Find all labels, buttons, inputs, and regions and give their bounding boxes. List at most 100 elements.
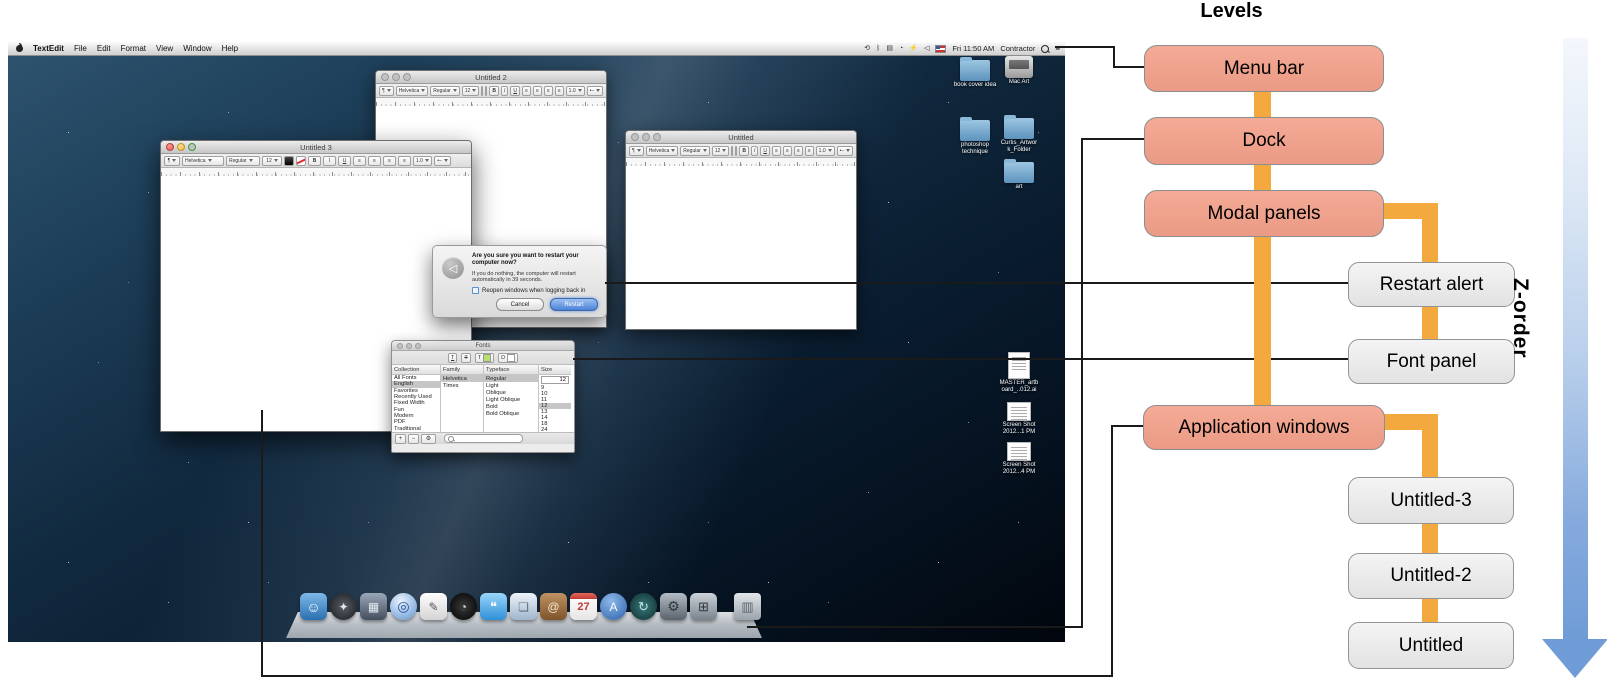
- strikethrough-menu[interactable]: T: [461, 353, 470, 363]
- dock-launchpad-icon[interactable]: ✦: [330, 593, 357, 620]
- text-color-well[interactable]: [731, 146, 733, 156]
- dock-app-store-icon[interactable]: A: [600, 593, 627, 620]
- volume-icon[interactable]: ◁: [924, 45, 929, 52]
- title-bar[interactable]: Untitled: [626, 131, 856, 144]
- align-left-button[interactable]: ≡: [772, 146, 781, 156]
- align-right-button[interactable]: ≡: [544, 86, 553, 96]
- font-size-menu[interactable]: 12: [712, 146, 730, 156]
- fonts-panel[interactable]: Fonts T T T D Collection All Fonts Engli…: [391, 340, 575, 453]
- dock-safari-icon[interactable]: ◎: [390, 593, 417, 620]
- menu-textedit[interactable]: TextEdit: [33, 44, 64, 53]
- typeface-item-selected[interactable]: Regular: [484, 375, 538, 382]
- input-language-flag-icon[interactable]: [935, 45, 946, 53]
- dock-dashboard-icon[interactable]: ◔: [450, 593, 477, 620]
- align-center-button[interactable]: ≡: [533, 86, 542, 96]
- background-color-well[interactable]: [735, 146, 737, 156]
- desktop-icon-art[interactable]: art: [996, 162, 1042, 191]
- dock-system-preferences-icon[interactable]: ⚙: [660, 593, 687, 620]
- typeface-item[interactable]: Bold Oblique: [484, 410, 538, 417]
- cancel-button[interactable]: Cancel: [496, 298, 544, 311]
- size-field[interactable]: 12: [541, 376, 569, 384]
- font-family-menu[interactable]: Helvetica: [182, 156, 224, 166]
- underline-menu[interactable]: T: [448, 353, 457, 363]
- menu-window[interactable]: Window: [183, 44, 211, 53]
- desktop-icon-book-cover-idea[interactable]: book cover idea: [952, 60, 998, 89]
- spotlight-icon[interactable]: [1041, 45, 1049, 53]
- italic-button[interactable]: I: [323, 156, 336, 166]
- dock-calendar-icon[interactable]: 27: [570, 593, 597, 620]
- font-family-menu[interactable]: Helvetica: [646, 146, 679, 156]
- menu-view[interactable]: View: [156, 44, 173, 53]
- remove-collection-button[interactable]: −: [408, 434, 419, 444]
- family-item-selected[interactable]: Helvetica: [441, 375, 483, 382]
- desktop-icon-photoshop-technique[interactable]: photoshop technique: [952, 120, 998, 156]
- bold-button[interactable]: B: [739, 146, 749, 156]
- bold-button[interactable]: B: [308, 156, 321, 166]
- title-bar[interactable]: Untitled 2: [376, 71, 606, 84]
- italic-button[interactable]: I: [501, 86, 508, 96]
- list-menu[interactable]: •–: [587, 86, 604, 96]
- text-color-button[interactable]: T: [475, 353, 494, 363]
- size-item[interactable]: 24: [539, 427, 571, 432]
- document-color-button[interactable]: D: [498, 353, 518, 363]
- time-machine-menu-icon[interactable]: ⟲: [864, 45, 870, 52]
- typeface-item[interactable]: Oblique: [484, 389, 538, 396]
- text-color-well[interactable]: [481, 86, 483, 96]
- menu-help[interactable]: Help: [222, 44, 238, 53]
- action-gear-menu[interactable]: ⚙: [421, 434, 436, 444]
- align-justify-button[interactable]: ≡: [398, 156, 411, 166]
- underline-button[interactable]: U: [338, 156, 351, 166]
- font-family-menu[interactable]: Helvetica: [396, 86, 429, 96]
- line-spacing-menu[interactable]: 1.0: [816, 146, 835, 156]
- dock-textedit-icon[interactable]: ✎: [420, 593, 447, 620]
- desktop-icon-mac-art[interactable]: Mac Art: [996, 56, 1042, 86]
- menu-format[interactable]: Format: [121, 44, 146, 53]
- align-left-button[interactable]: ≡: [353, 156, 366, 166]
- typeface-menu[interactable]: Regular: [430, 86, 460, 96]
- underline-button[interactable]: U: [760, 146, 770, 156]
- list-menu[interactable]: •–: [837, 146, 854, 156]
- styles-menu[interactable]: ¶: [629, 146, 644, 156]
- typeface-menu[interactable]: Regular: [226, 156, 260, 166]
- dock-messages-icon[interactable]: ❝: [480, 593, 507, 620]
- align-left-button[interactable]: ≡: [522, 86, 531, 96]
- restart-alert-dialog[interactable]: ◁ Are you sure you want to restart your …: [432, 245, 607, 318]
- dock-time-machine-icon[interactable]: ↻: [630, 593, 657, 620]
- desktop-icon-curtis-artwork-folder[interactable]: Curtis_Artwor k_Folder: [996, 118, 1042, 154]
- styles-menu[interactable]: ¶: [379, 86, 394, 96]
- apple-icon[interactable]: [16, 45, 23, 52]
- title-bar[interactable]: Untitled 3: [161, 141, 471, 154]
- align-justify-button[interactable]: ≡: [805, 146, 814, 156]
- typeface-item[interactable]: Bold: [484, 403, 538, 410]
- desktop-icon-screenshot-2[interactable]: Screen Shot 2012...4 PM: [996, 442, 1042, 476]
- typeface-item[interactable]: Light: [484, 382, 538, 389]
- clock-icon[interactable]: ◔: [899, 45, 903, 52]
- align-right-button[interactable]: ≡: [383, 156, 396, 166]
- list-menu[interactable]: •–: [434, 156, 451, 166]
- dock-preview-icon[interactable]: ❏: [510, 593, 537, 620]
- display-icon[interactable]: ▤: [886, 45, 893, 52]
- fast-user-switching[interactable]: Contractor: [1000, 44, 1035, 53]
- reopen-windows-option[interactable]: Reopen windows when logging back in: [472, 287, 585, 294]
- dock-mission-control-icon[interactable]: ▦: [360, 593, 387, 620]
- battery-icon[interactable]: ⚡: [909, 45, 918, 52]
- align-right-button[interactable]: ≡: [794, 146, 803, 156]
- line-spacing-menu[interactable]: 1.0: [413, 156, 432, 166]
- bold-button[interactable]: B: [489, 86, 499, 96]
- font-size-menu[interactable]: 12: [462, 86, 480, 96]
- menu-clock[interactable]: Fri 11:50 AM: [952, 44, 994, 53]
- bluetooth-icon[interactable]: ᛒ: [876, 45, 880, 52]
- window-untitled[interactable]: Untitled ¶ Helvetica Regular 12 B I U ≡ …: [625, 130, 857, 330]
- menu-file[interactable]: File: [74, 44, 87, 53]
- underline-button[interactable]: U: [510, 86, 520, 96]
- panel-title-bar[interactable]: Fonts: [392, 341, 574, 351]
- background-color-well[interactable]: [485, 86, 487, 96]
- typeface-menu[interactable]: Regular: [680, 146, 710, 156]
- family-item[interactable]: Times: [441, 382, 483, 389]
- align-justify-button[interactable]: ≡: [555, 86, 564, 96]
- background-color-well[interactable]: [296, 156, 306, 166]
- checkbox[interactable]: [472, 287, 479, 294]
- font-size-menu[interactable]: 12: [262, 156, 282, 166]
- styles-menu[interactable]: ¶: [164, 156, 180, 166]
- dock-calculator-icon[interactable]: ⊞: [690, 593, 717, 620]
